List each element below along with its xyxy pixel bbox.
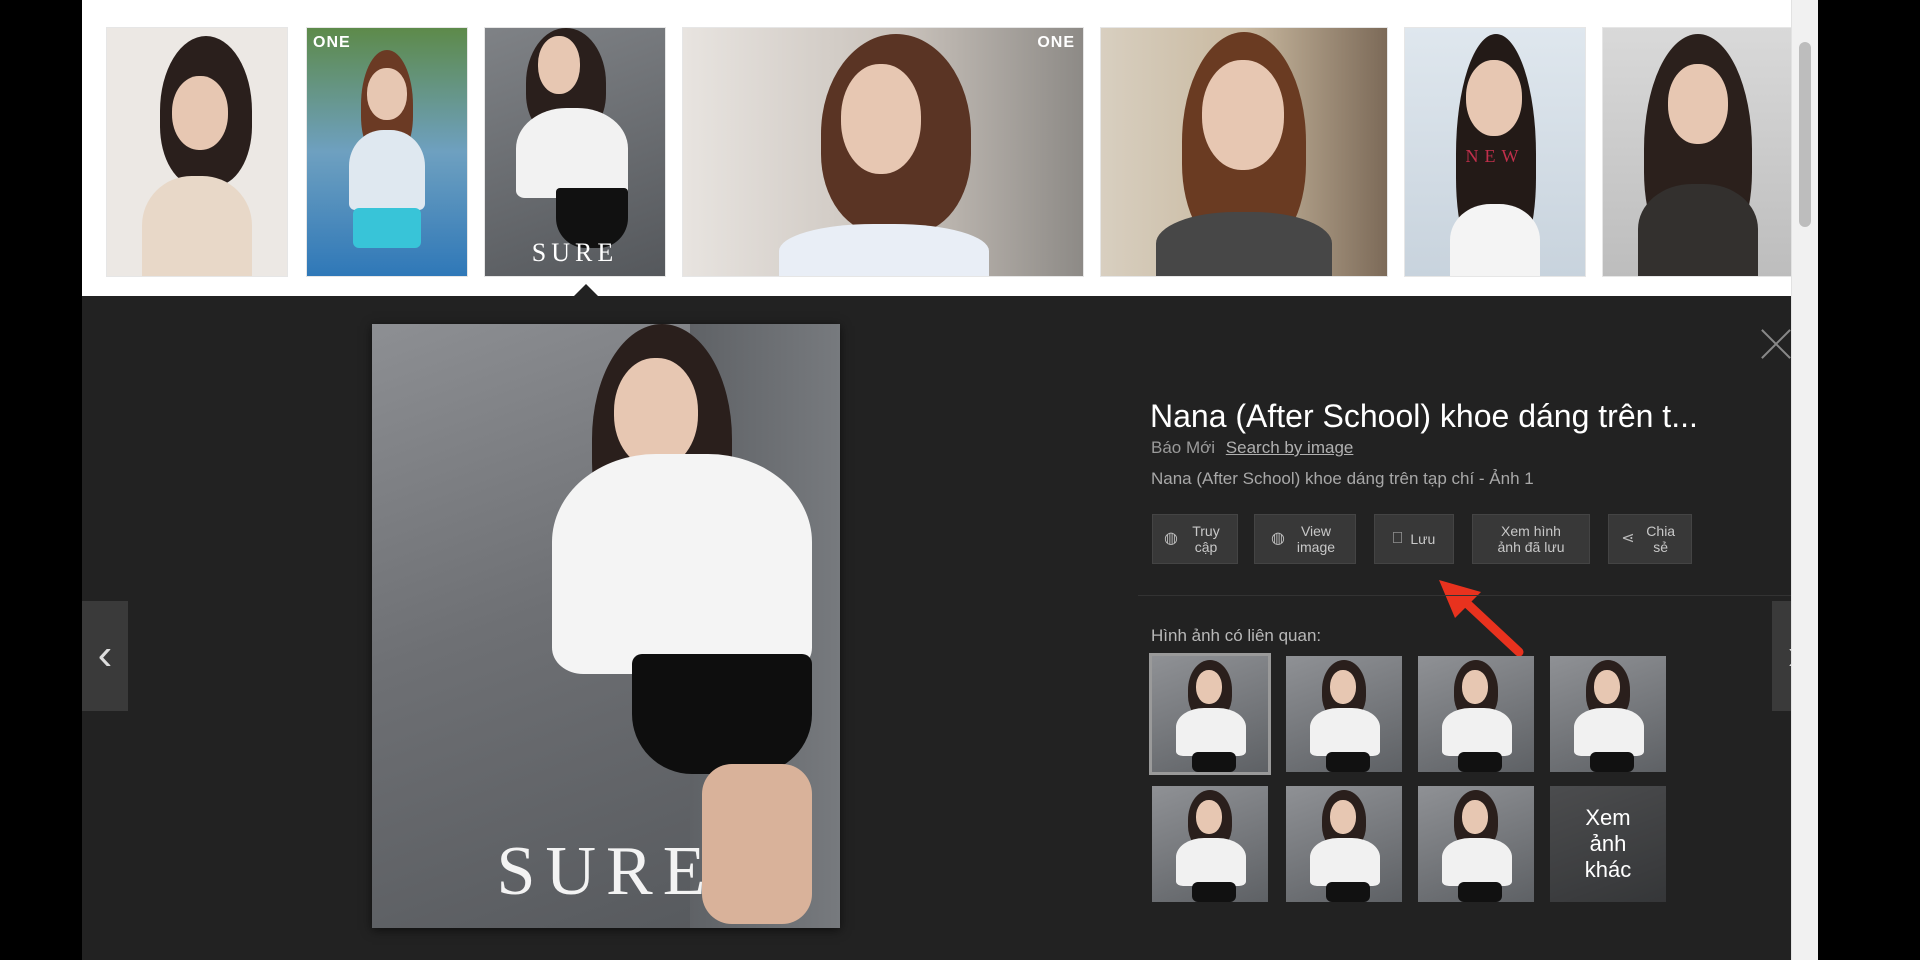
magazine-logo: SURE [496,833,716,910]
thumbnail-magazine-logo: NEW [1465,146,1525,166]
related-images-label: Hình ảnh có liên quan: [1151,626,1322,645]
view-saved-images-button[interactable]: Xem hình ảnh đã lưu [1472,514,1590,564]
share-icon: ⋖ [1621,530,1635,547]
red-arrow-annotation [1439,580,1524,657]
related-image-2[interactable] [1286,656,1402,772]
image-search-results: ONE SURE ONE NEW ‹ SURE Nana (After Scho… [82,0,1818,960]
source-line: Báo Mới Search by image [1151,438,1353,458]
save-label: Lưu [1410,531,1436,547]
more-images-label: Xem ảnh khác [1550,786,1666,902]
related-image-7[interactable] [1418,786,1534,902]
result-thumbnail-3-selected[interactable]: SURE [484,27,666,277]
bookmark-icon: ⎕ [1392,530,1403,547]
chevron-left-icon: ‹ [97,630,113,679]
view-saved-images-label: Xem hình ảnh đã lưu [1497,523,1565,555]
image-caption: Nana (After School) khoe dáng trên tạp c… [1151,469,1534,488]
view-image-button[interactable]: ◍ View image [1254,514,1356,564]
result-thumbnail-2[interactable]: ONE [306,27,468,277]
selection-pointer-notch [574,284,598,296]
visit-button[interactable]: ◍ Truy cập [1152,514,1238,564]
result-thumbnail-6[interactable]: NEW [1404,27,1586,277]
scrollbar-thumb[interactable] [1799,42,1811,227]
thumbnail-watermark: ONE [1037,34,1075,51]
previous-image-button[interactable]: ‹ [82,601,128,711]
view-image-label: View image [1296,523,1336,555]
source-name[interactable]: Báo Mới [1151,438,1215,457]
save-button[interactable]: ⎕ Lưu [1374,514,1454,564]
share-label: Chia sẻ [1646,523,1676,555]
result-thumbnail-4[interactable]: ONE [682,27,1084,277]
result-thumbnail-1[interactable] [106,27,288,277]
related-image-3[interactable] [1418,656,1534,772]
globe-icon: ◍ [1271,530,1285,547]
vertical-scrollbar[interactable] [1791,0,1818,960]
search-by-image-link[interactable]: Search by image [1226,438,1354,457]
thumbnail-magazine-logo: SURE [531,238,619,267]
close-icon[interactable] [1758,326,1794,362]
section-divider [1138,595,1814,596]
visit-label: Truy cập [1192,523,1220,555]
image-title[interactable]: Nana (After School) khoe dáng trên t... [1150,398,1698,435]
main-preview-image[interactable]: SURE [372,324,840,928]
share-button[interactable]: ⋖ Chia sẻ [1608,514,1692,564]
globe-icon: ◍ [1164,530,1178,547]
related-image-6[interactable] [1286,786,1402,902]
related-image-5[interactable] [1152,786,1268,902]
result-thumbnail-7[interactable] [1602,27,1794,277]
related-image-1[interactable] [1149,653,1271,775]
result-thumbnail-5[interactable] [1100,27,1388,277]
related-image-4[interactable] [1550,656,1666,772]
more-images-tile[interactable]: Xem ảnh khác [1550,786,1666,902]
